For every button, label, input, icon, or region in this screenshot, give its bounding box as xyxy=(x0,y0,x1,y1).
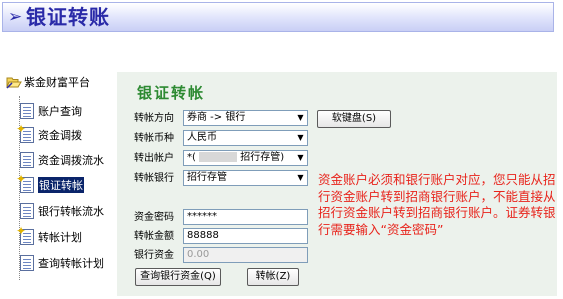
direction-select[interactable]: 券商 -> 银行 ▼ xyxy=(183,110,308,126)
masked-account-number xyxy=(199,152,238,162)
tree-item-account-query[interactable]: 账户查询 xyxy=(20,101,82,121)
banner-title: 银证转账 xyxy=(26,5,110,29)
document-star-icon xyxy=(16,173,34,193)
direction-label: 转帐方向 xyxy=(134,113,174,124)
chevron-down-icon[interactable]: ▼ xyxy=(294,131,307,145)
query-bank-balance-button[interactable]: 查询银行资金(Q) xyxy=(135,268,221,286)
page-banner: ➢ 银证转账 xyxy=(2,2,554,32)
tree-label: 银证转帐 xyxy=(38,177,84,193)
document-icon xyxy=(20,152,34,168)
document-star-icon xyxy=(16,123,34,143)
tree-label: 转帐计划 xyxy=(38,231,82,244)
tree-label: 账户查询 xyxy=(38,105,82,118)
document-icon xyxy=(20,255,34,271)
currency-label: 转帐币种 xyxy=(134,133,174,144)
document-icon xyxy=(20,203,34,219)
bank-label: 转帐银行 xyxy=(134,173,174,184)
currency-value: 人民币 xyxy=(187,132,217,143)
tree-item-fund-transfer[interactable]: 资金调拨 xyxy=(16,123,82,145)
form-title: 银证转帐 xyxy=(137,84,206,102)
account-value-suffix: 招行存管) xyxy=(240,152,285,163)
nav-tree: 紫金财富平台 账户查询 资金调拨 资金调拨流水 银证转帐 银行转帐流水 转帐计划… xyxy=(6,72,112,284)
tree-item-query-transfer-plan[interactable]: 查询转帐计划 xyxy=(20,253,104,273)
tree-root-zijin[interactable]: 紫金财富平台 xyxy=(6,72,90,92)
tree-label: 资金调拨流水 xyxy=(38,154,104,167)
arrow-icon: ➢ xyxy=(8,7,23,27)
amount-field[interactable]: 88888 xyxy=(183,228,308,244)
balance-label: 银行资金 xyxy=(134,250,174,261)
direction-value: 券商 -> 银行 xyxy=(187,112,246,123)
bank-balance-field: 0.00 xyxy=(183,247,308,263)
account-value-prefix: *( xyxy=(187,152,196,163)
password-field[interactable]: ****** xyxy=(183,209,308,225)
chevron-down-icon[interactable]: ▼ xyxy=(294,171,307,185)
chevron-down-icon[interactable]: ▼ xyxy=(294,111,307,125)
amount-label: 转帐金额 xyxy=(134,231,174,242)
account-select[interactable]: *( 招行存管) ▼ xyxy=(183,150,308,166)
tree-label: 资金调拨 xyxy=(38,129,82,142)
account-label: 转出帐户 xyxy=(134,153,174,164)
currency-select[interactable]: 人民币 ▼ xyxy=(183,130,308,146)
transfer-instructions-note: 资金账户必须和银行账户对应，您只能从招行资金账户转到招商银行账户，不能直接从招行… xyxy=(318,172,556,237)
password-label: 资金密码 xyxy=(134,212,174,223)
bank-select[interactable]: 招行存管 ▼ xyxy=(183,170,308,186)
tree-item-bank-securities-transfer[interactable]: 银证转帐 xyxy=(16,173,84,195)
soft-keyboard-button[interactable]: 软键盘(S) xyxy=(317,110,391,128)
tree-label: 紫金财富平台 xyxy=(24,76,90,89)
tree-item-bank-transfer-log[interactable]: 银行转帐流水 xyxy=(20,201,104,221)
tree-label: 查询转帐计划 xyxy=(38,257,104,270)
bank-value: 招行存管 xyxy=(187,172,227,183)
folder-open-icon xyxy=(6,74,22,90)
document-star-icon xyxy=(16,225,34,245)
tree-label: 银行转帐流水 xyxy=(38,205,104,218)
document-icon xyxy=(20,103,34,119)
tree-item-transfer-plan[interactable]: 转帐计划 xyxy=(16,225,82,247)
chevron-down-icon[interactable]: ▼ xyxy=(294,151,307,165)
tree-item-fund-transfer-log[interactable]: 资金调拨流水 xyxy=(20,150,104,170)
transfer-button[interactable]: 转帐(Z) xyxy=(247,268,299,286)
